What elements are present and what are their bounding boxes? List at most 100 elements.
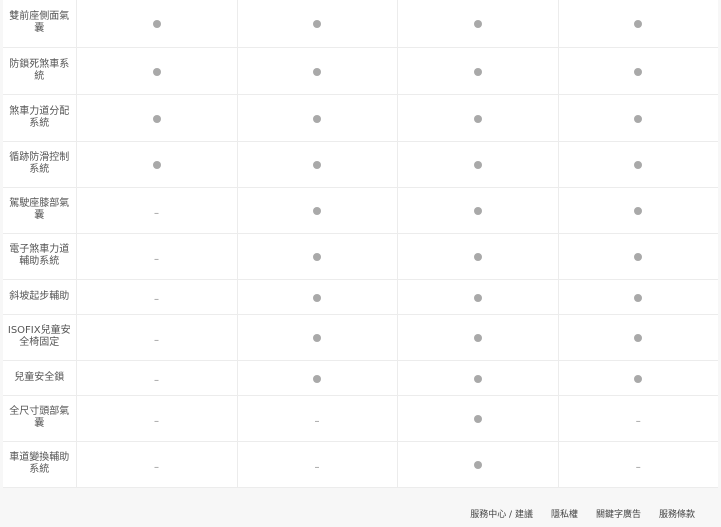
spec-cell (397, 395, 559, 442)
feature-included-dot-icon (313, 334, 321, 342)
spec-cell: – (558, 395, 718, 442)
spec-cell (558, 360, 718, 396)
feature-included-dot-icon (634, 20, 643, 29)
feature-included-dot-icon (313, 374, 321, 383)
spec-cell (237, 187, 398, 234)
footer-link-keyword-ads[interactable]: 關鍵字廣告 (596, 507, 641, 520)
spec-cell (397, 279, 559, 315)
feature-absent-dash: – (154, 461, 159, 473)
spec-row-label: 兒童安全鎖 (3, 360, 77, 396)
spec-cell: – (76, 233, 238, 280)
spec-cell (558, 47, 718, 95)
feature-included-dot-icon (634, 114, 643, 123)
feature-included-dot-icon (634, 374, 643, 383)
footer-link-service-center[interactable]: 服務中心 / 建議 (470, 507, 533, 520)
spec-cell: – (76, 441, 238, 488)
spec-cell (558, 94, 718, 142)
spec-cell (397, 0, 559, 48)
feature-included-dot-icon (473, 334, 482, 342)
feature-absent-dash: – (154, 375, 159, 386)
spec-cell (397, 47, 559, 95)
feature-included-dot-icon (473, 415, 482, 423)
feature-included-dot-icon (473, 114, 482, 123)
footer: 服務中心 / 建議 隱私權 關鍵字廣告 服務條款 (0, 500, 721, 527)
feature-included-dot-icon (473, 207, 482, 215)
spec-cell: – (558, 441, 718, 488)
spec-cell (558, 314, 718, 361)
spec-cell (237, 360, 398, 396)
feature-absent-dash: – (154, 294, 159, 305)
feature-absent-dash: – (314, 461, 320, 473)
feature-included-dot-icon (313, 67, 321, 76)
feature-included-dot-icon (634, 253, 643, 261)
feature-included-dot-icon (634, 334, 643, 342)
feature-included-dot-icon (473, 161, 482, 169)
footer-link-terms[interactable]: 服務條款 (659, 507, 695, 520)
spec-row: 循跡防滑控制系統 (3, 141, 718, 188)
spec-cell (237, 47, 398, 95)
spec-cell (237, 279, 398, 315)
feature-included-dot-icon (473, 374, 482, 383)
spec-cell: – (76, 279, 238, 315)
spec-row-label: 雙前座側面氣囊 (3, 0, 77, 48)
feature-included-dot-icon (313, 114, 321, 123)
feature-included-dot-icon (313, 20, 321, 29)
spec-row-label: 循跡防滑控制系統 (3, 141, 77, 188)
spec-row: 兒童安全鎖 – (3, 360, 718, 396)
spec-row-label: ISOFIX兒童安全椅固定 (3, 314, 77, 361)
spec-cell (237, 314, 398, 361)
spec-cell (76, 0, 238, 48)
spec-row: 雙前座側面氣囊 (3, 0, 718, 48)
spec-row-label: 斜坡起步輔助 (3, 279, 77, 315)
feature-included-dot-icon (473, 20, 482, 29)
spec-cell (237, 141, 398, 188)
spec-row: 全尺寸頭部氣囊 – – – (3, 395, 718, 442)
feature-absent-dash: – (635, 461, 641, 473)
spec-cell (237, 0, 398, 48)
spec-cell (237, 233, 398, 280)
spec-row-label: 煞車力道分配系統 (3, 94, 77, 142)
feature-absent-dash: – (154, 334, 159, 346)
spec-cell (558, 279, 718, 315)
spec-cell: – (76, 314, 238, 361)
spec-row: 斜坡起步輔助 – (3, 279, 718, 315)
feature-absent-dash: – (154, 253, 159, 265)
spec-cell (76, 94, 238, 142)
feature-included-dot-icon (473, 253, 482, 261)
feature-absent-dash: – (635, 415, 641, 427)
feature-included-dot-icon (473, 461, 482, 469)
feature-included-dot-icon (634, 293, 643, 302)
spec-row: ISOFIX兒童安全椅固定 – (3, 314, 718, 361)
feature-included-dot-icon (313, 293, 321, 302)
spec-cell (397, 233, 559, 280)
feature-included-dot-icon (152, 67, 161, 76)
spec-row: 駕駛座膝部氣囊 – (3, 187, 718, 234)
feature-included-dot-icon (313, 207, 321, 215)
footer-link-privacy[interactable]: 隱私權 (551, 507, 578, 520)
feature-included-dot-icon (634, 161, 643, 169)
spec-cell (397, 187, 559, 234)
spec-cell (558, 141, 718, 188)
spec-cell: – (237, 441, 398, 488)
feature-absent-dash: – (154, 415, 159, 427)
feature-included-dot-icon (473, 293, 482, 302)
spec-cell (558, 187, 718, 234)
spec-row-label: 電子煞車力道輔助系統 (3, 233, 77, 280)
spec-cell: – (237, 395, 398, 442)
feature-included-dot-icon (634, 67, 643, 76)
spec-row: 防鎖死煞車系統 (3, 47, 718, 95)
spec-cell (237, 94, 398, 142)
spec-cell (397, 314, 559, 361)
feature-included-dot-icon (313, 161, 321, 169)
spec-cell (397, 141, 559, 188)
feature-included-dot-icon (152, 20, 161, 29)
spec-row: 電子煞車力道輔助系統 – (3, 233, 718, 280)
spec-cell (558, 0, 718, 48)
spec-row-label: 全尺寸頭部氣囊 (3, 395, 77, 442)
spec-row-label: 防鎖死煞車系統 (3, 47, 77, 95)
feature-absent-dash: – (154, 207, 159, 219)
spec-cell: – (76, 187, 238, 234)
spec-cell (397, 441, 559, 488)
feature-included-dot-icon (473, 67, 482, 76)
spec-cell (397, 94, 559, 142)
